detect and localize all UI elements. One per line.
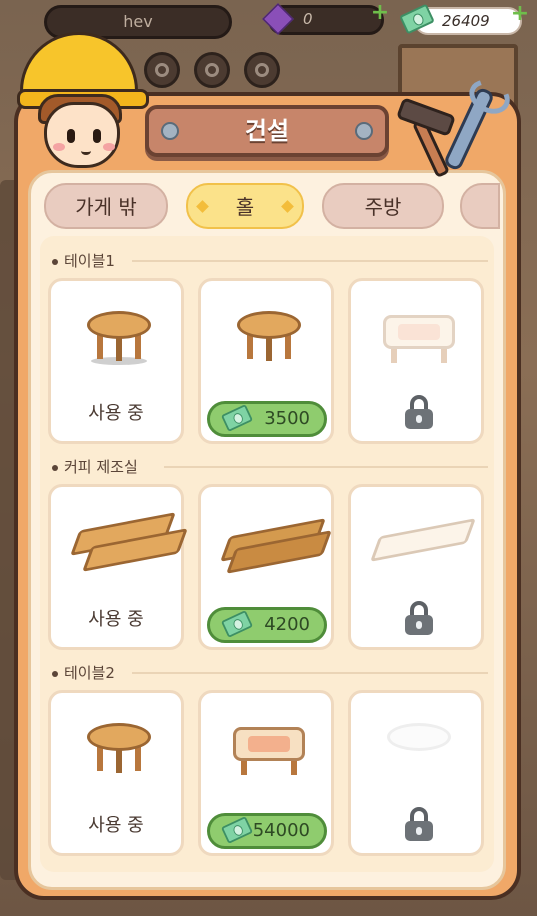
eye-icon <box>155 63 169 77</box>
tab-more[interactable] <box>460 183 500 229</box>
square-table-image <box>233 727 305 775</box>
tab-kitchen[interactable]: 주방 <box>322 183 444 229</box>
cash-icon <box>220 610 254 638</box>
section-label: 테이블2 <box>52 662 115 683</box>
gem-value: 0 <box>303 10 313 28</box>
in-use-label: 사용 중 <box>88 609 144 630</box>
cash-icon <box>220 404 254 432</box>
person-icon <box>255 63 269 77</box>
tab-hall[interactable]: 홀 <box>186 183 304 229</box>
divider <box>132 260 488 262</box>
tab-kitchen-label: 주방 <box>364 195 402 219</box>
buy-button[interactable]: 3500 <box>207 401 327 437</box>
item-card[interactable]: 3500 <box>198 278 334 444</box>
cash-value: 26409 <box>442 12 490 30</box>
divider <box>132 672 488 674</box>
item-card[interactable]: 54000 <box>198 690 334 856</box>
cash-counter: 26409 <box>399 3 522 35</box>
in-use-label: 사용 중 <box>88 403 144 424</box>
gem-counter: 0 <box>262 3 384 35</box>
item-card[interactable] <box>348 484 484 650</box>
buy-button[interactable]: 54000 <box>207 813 327 849</box>
lock-icon <box>405 395 433 429</box>
item-card[interactable]: 사용 중 <box>48 278 184 444</box>
diamond-icon <box>281 200 294 213</box>
profile-button[interactable] <box>244 52 280 88</box>
tab-hall-label: 홀 <box>235 195 255 219</box>
builder-character <box>14 30 149 170</box>
price-value: 54000 <box>252 820 310 841</box>
add-gems-icon[interactable]: + <box>370 2 390 24</box>
item-card[interactable]: 사용 중 <box>48 484 188 650</box>
buy-button[interactable]: 4200 <box>207 607 327 643</box>
lock-icon <box>405 807 433 841</box>
character-face <box>44 102 120 168</box>
camera-icon <box>205 63 219 77</box>
cash-icon <box>220 816 254 844</box>
view-button[interactable] <box>144 52 180 88</box>
price-value: 4200 <box>264 614 310 635</box>
item-card[interactable] <box>348 278 484 444</box>
diamond-icon <box>196 200 209 213</box>
item-card[interactable]: 사용 중 <box>48 690 184 856</box>
section-label: 테이블1 <box>52 250 115 271</box>
camera-button[interactable] <box>194 52 230 88</box>
square-table-image <box>383 315 455 363</box>
tools-icon <box>390 82 520 182</box>
lock-icon <box>405 601 433 635</box>
item-card[interactable] <box>348 690 484 856</box>
panel-title-plate: 건설 <box>145 105 389 157</box>
price-value: 3500 <box>264 408 310 429</box>
item-card[interactable]: 4200 <box>198 484 334 650</box>
section-label: 커피 제조실 <box>52 456 138 477</box>
in-use-label: 사용 중 <box>88 815 144 836</box>
round-table-image <box>387 723 451 775</box>
white-plank-image <box>370 518 476 562</box>
player-name: hev <box>123 12 153 31</box>
divider <box>164 466 488 468</box>
round-stool-image <box>237 311 301 363</box>
round-stool-image <box>87 311 151 365</box>
tab-outside[interactable]: 가게 밖 <box>44 183 168 229</box>
add-cash-icon[interactable]: + <box>510 3 530 25</box>
panel-title: 건설 <box>244 117 290 145</box>
tab-outside-label: 가게 밖 <box>75 195 137 219</box>
round-stool-image <box>87 723 151 775</box>
